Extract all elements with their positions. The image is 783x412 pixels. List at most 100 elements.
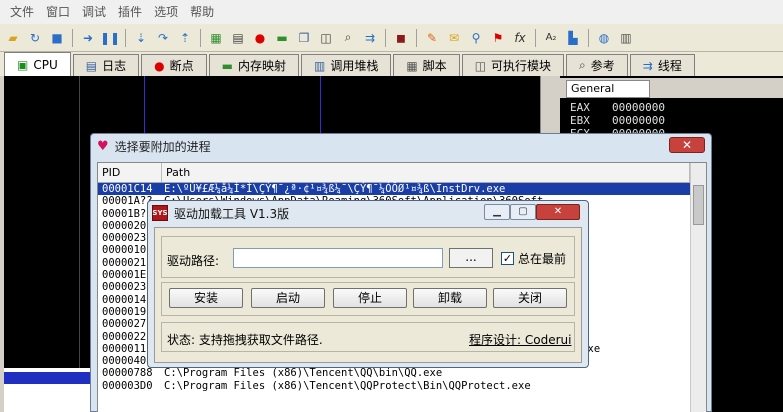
close-button[interactable]: ✕ — [536, 204, 580, 220]
maximize-button[interactable]: ▢ — [510, 204, 536, 220]
menu-file[interactable]: 文件 — [4, 0, 40, 24]
tab-label: 内存映射 — [237, 59, 286, 73]
process-pid: 00000788 — [102, 367, 153, 380]
script-icon: ▦ — [406, 58, 418, 73]
breakpoint-icon[interactable]: ● — [251, 29, 269, 47]
log-icon: ▤ — [85, 58, 98, 73]
open-icon[interactable]: ▰ — [4, 29, 22, 47]
start-button[interactable]: 启动 — [251, 288, 325, 308]
heart-icon: ♥ — [97, 138, 109, 154]
script-icon[interactable]: ◼ — [392, 29, 410, 47]
step-into-icon[interactable]: ⇣ — [132, 29, 150, 47]
registers-tab-general[interactable]: General — [566, 80, 650, 98]
register-row[interactable]: EAX 00000000 — [570, 101, 665, 114]
browse-button[interactable]: ... — [449, 248, 493, 268]
process-list-scrollbar[interactable] — [690, 163, 706, 412]
process-row[interactable]: 000003D0 C:\Program Files (x86)\Tencent\Q… — [98, 380, 690, 392]
attach-title: 选择要附加的进程 — [114, 139, 211, 154]
tab-modules[interactable]: ◫ 可执行模块 — [461, 54, 565, 76]
tab-cpu[interactable]: ▣ CPU — [4, 52, 71, 76]
toolbar-separator — [535, 28, 536, 47]
memory-map-icon: ▬ — [221, 58, 233, 73]
driver-loader-window: SYS 驱动加载工具 V1.3版 ▁ ▢ ✕ 驱动路径: ... ✓ 总在最前 … — [147, 200, 589, 368]
threads-icon: ⇉ — [642, 58, 653, 73]
close-dialog-button[interactable]: 关闭 — [493, 288, 567, 308]
dump-icon[interactable]: ▬ — [273, 29, 291, 47]
main-tabs: ▣ CPU ▤ 日志 ● 断点 ▬ 内存映射 ▥ 调用堆栈 ▦ 脚本 ◫ 可执行模块 ⌕ 参考 … — [0, 52, 783, 76]
process-list-header: PID Path — [98, 163, 690, 183]
driver-path-input[interactable] — [233, 248, 443, 268]
search-icon[interactable]: ⌕ — [339, 29, 357, 47]
tab-label: 可执行模块 — [491, 59, 552, 73]
install-button[interactable]: 安装 — [169, 288, 243, 308]
handle-icon[interactable]: ◫ — [317, 29, 335, 47]
next-icon[interactable]: ⇉ — [361, 29, 379, 47]
author-link[interactable]: 程序设计: Coderui — [469, 331, 571, 348]
globe-icon[interactable]: ◍ — [595, 29, 613, 47]
references-icon: ⌕ — [579, 58, 586, 72]
pause-icon[interactable]: ❚❚ — [100, 29, 120, 47]
tab-threads[interactable]: ⇉ 线程 — [629, 54, 695, 76]
cpu-icon: ▣ — [17, 57, 29, 72]
tab-call-stack[interactable]: ▥ 调用堆栈 — [300, 54, 392, 76]
bookmark-icon[interactable]: ⚑ — [489, 29, 507, 47]
settings-icon[interactable]: ▙ — [564, 29, 582, 47]
toolbar: ▰ ↻ ■ ➜ ❚❚ ⇣ ↷ ⇡ ▦ ▤ ● ▬ ❐ ◫ ⌕ ⇉ ◼ ✎ ✉ ⚲… — [0, 24, 783, 52]
menu-debug[interactable]: 调试 — [76, 0, 112, 24]
tab-label: 参考 — [590, 59, 615, 73]
process-row[interactable]: 00001C14 E:\ºÚ¥£Æ¼å¼Ì*Ì\ÇÝ¶¯¿ª·¢¹¤¾ß¼¯\ÇÝ… — [98, 183, 690, 196]
toolbar-separator — [125, 28, 126, 47]
calculator-icon[interactable]: ▥ — [617, 29, 635, 47]
dump-selection — [4, 372, 94, 384]
step-over-icon[interactable]: ↷ — [154, 29, 172, 47]
driver-path-label: 驱动路径: — [167, 254, 220, 268]
tab-breakpoints[interactable]: ● 断点 — [141, 54, 207, 76]
toolbar-separator — [72, 28, 73, 47]
process-row[interactable]: 00000788 C:\Program Files (x86)\Tencent\Q… — [98, 367, 690, 379]
stop-icon[interactable]: ■ — [48, 29, 66, 47]
menu-options[interactable]: 选项 — [148, 0, 184, 24]
process-pid: 000003D0 — [102, 379, 153, 392]
tab-references[interactable]: ⌕ 参考 — [566, 54, 628, 76]
run-to-return-icon[interactable]: ⇡ — [176, 29, 194, 47]
register-row[interactable]: EBX 00000000 — [570, 114, 665, 127]
function-icon[interactable]: fx — [511, 29, 529, 47]
column-header-pid[interactable]: PID — [98, 163, 162, 182]
label-icon[interactable]: ⚲ — [467, 29, 485, 47]
tab-script[interactable]: ▦ 脚本 — [393, 54, 460, 76]
module-icon[interactable]: ▤ — [229, 29, 247, 47]
close-button[interactable]: ✕ — [669, 137, 705, 153]
tab-log[interactable]: ▤ 日志 — [72, 54, 140, 76]
checkbox-check-icon[interactable]: ✓ — [501, 252, 514, 265]
attach-title-bar[interactable]: ♥ 选择要附加的进程 — [91, 134, 711, 158]
memory-icon[interactable]: ▦ — [207, 29, 225, 47]
tab-label: 线程 — [657, 59, 682, 73]
window-icon[interactable]: ❐ — [295, 29, 313, 47]
tab-memory-map[interactable]: ▬ 内存映射 — [208, 54, 299, 76]
disassembly-address-pane[interactable] — [4, 76, 80, 368]
font-icon[interactable]: A₂ — [542, 29, 560, 47]
menu-window[interactable]: 窗口 — [40, 0, 76, 24]
register-name: EAX — [570, 101, 590, 114]
modules-icon: ◫ — [474, 58, 487, 73]
register-name: EBX — [570, 114, 590, 127]
always-on-top-checkbox[interactable]: ✓ 总在最前 — [501, 250, 566, 267]
patch-icon[interactable]: ✎ — [423, 29, 441, 47]
driver-body: 驱动路径: ... ✓ 总在最前 安装 启动 停止 卸载 关闭 状态: 支持拖拽… — [154, 227, 582, 363]
process-path: C:\Program Files (x86)\Tencent\QQProtect… — [164, 379, 531, 392]
restart-icon[interactable]: ↻ — [26, 29, 44, 47]
call-stack-icon: ▥ — [313, 58, 326, 73]
comment-icon[interactable]: ✉ — [445, 29, 463, 47]
toolbar-separator — [385, 28, 386, 47]
scrollbar-thumb[interactable] — [693, 185, 704, 225]
minimize-button[interactable]: ▁ — [484, 204, 510, 220]
uninstall-button[interactable]: 卸载 — [413, 288, 487, 308]
stop-button[interactable]: 停止 — [333, 288, 407, 308]
menu-help[interactable]: 帮助 — [184, 0, 220, 24]
run-icon[interactable]: ➜ — [79, 29, 97, 47]
register-value: 00000000 — [612, 101, 665, 114]
process-pid: 00001C14 — [102, 183, 153, 195]
column-header-path[interactable]: Path — [162, 163, 690, 182]
menu-plugins[interactable]: 插件 — [112, 0, 148, 24]
menubar: 文件 窗口 调试 插件 选项 帮助 — [0, 0, 783, 24]
